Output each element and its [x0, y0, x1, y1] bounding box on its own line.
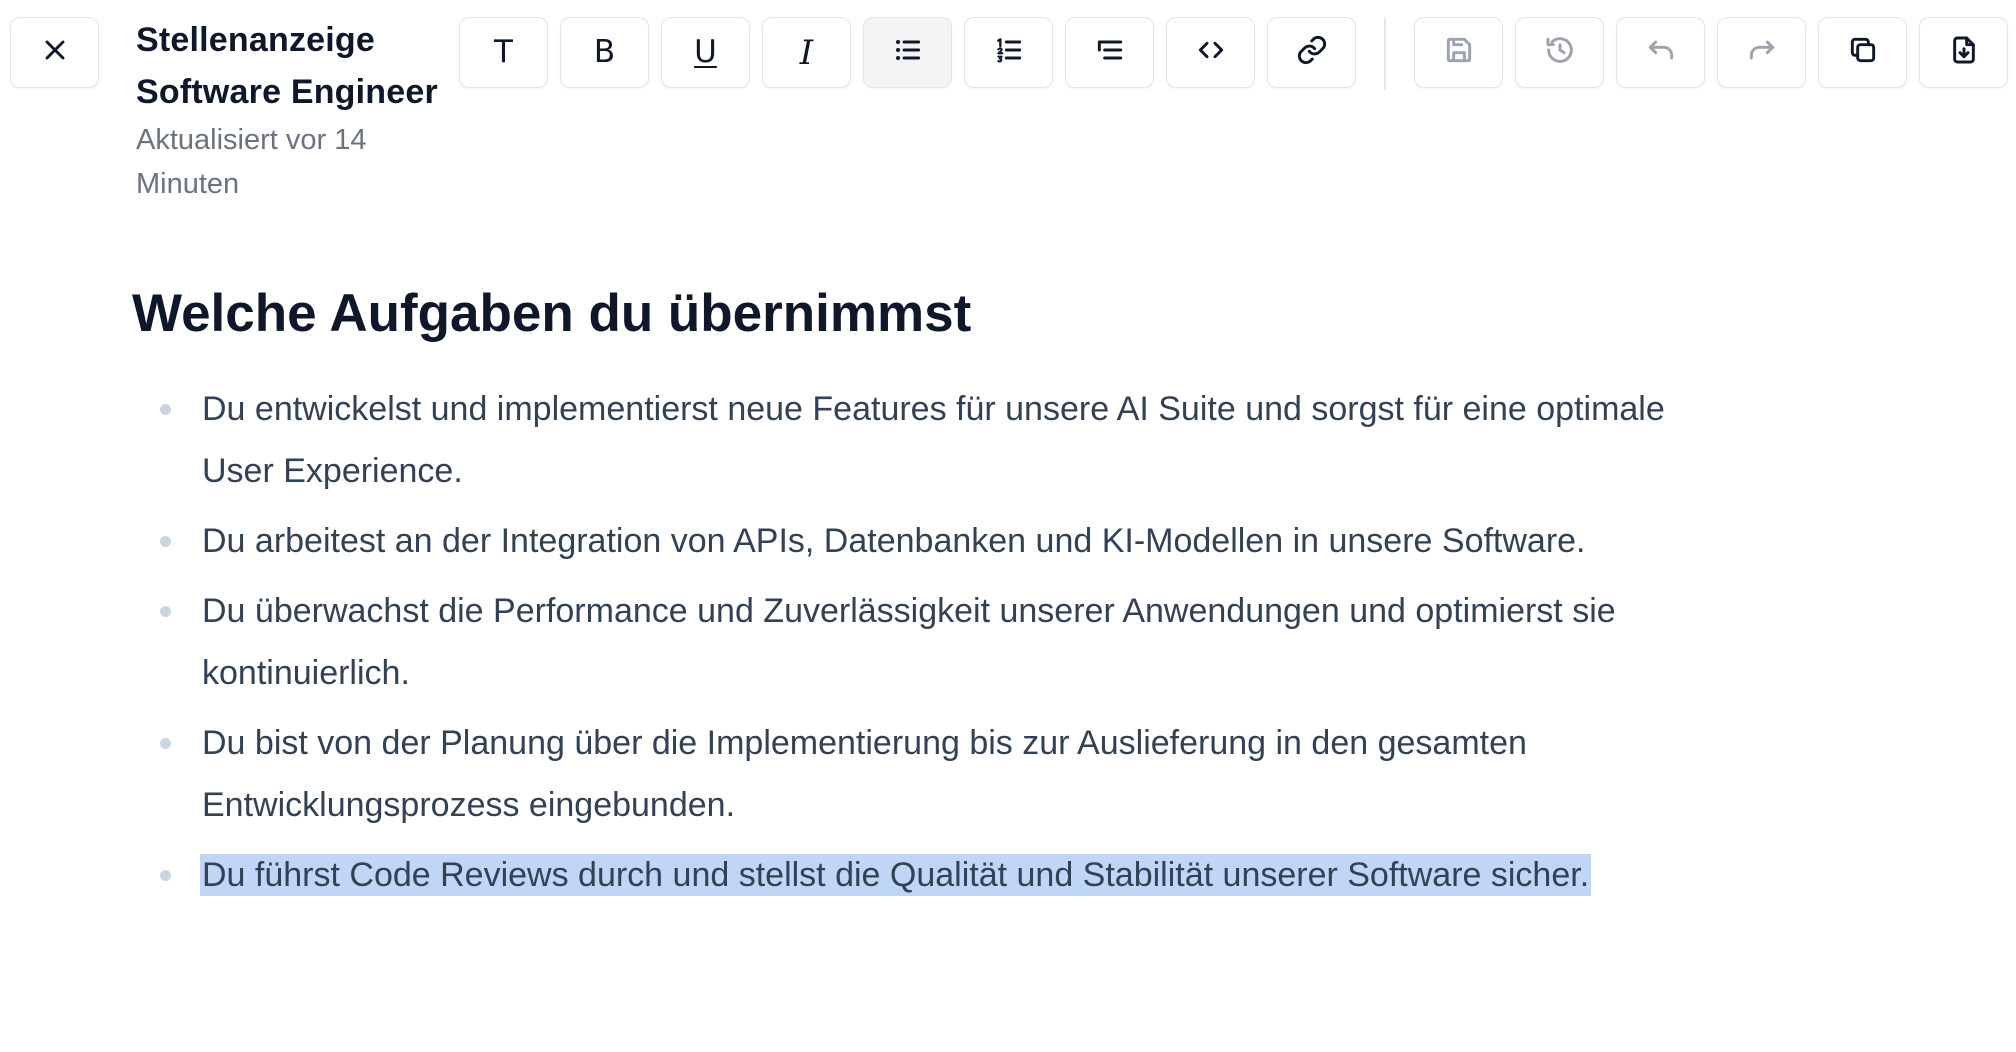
- list-item-text[interactable]: Du arbeitest an der Integration von APIs…: [202, 522, 1586, 560]
- save-icon: [1443, 34, 1475, 71]
- last-updated-text: Aktualisiert vor 14 Minuten: [136, 124, 367, 200]
- italic-button[interactable]: I: [762, 17, 851, 88]
- italic-icon: I: [799, 32, 814, 73]
- bullet-marker: [160, 606, 171, 617]
- indent-list-button[interactable]: [1065, 17, 1154, 88]
- bold-icon: B: [593, 34, 616, 70]
- task-list: Du entwickelst und implementierst neue F…: [0, 378, 2016, 914]
- bold-button[interactable]: B: [560, 17, 649, 88]
- list-item[interactable]: Du überwachst die Performance und Zuverl…: [0, 580, 1682, 704]
- undo-icon: [1645, 34, 1677, 71]
- toolbar-divider: [1384, 17, 1386, 90]
- numbered-list-icon: [993, 34, 1025, 71]
- download-button[interactable]: [1919, 17, 2008, 88]
- history-icon: [1544, 34, 1576, 71]
- list-item-text[interactable]: Du überwachst die Performance und Zuverl…: [202, 592, 1616, 692]
- list-item[interactable]: Du arbeitest an der Integration von APIs…: [0, 510, 1682, 572]
- download-icon: [1948, 34, 1980, 71]
- underline-button[interactable]: U: [661, 17, 750, 88]
- history-button[interactable]: [1515, 17, 1604, 88]
- document-title: Stellenanzeige Software Engineer: [136, 21, 438, 111]
- bullet-list-button[interactable]: [863, 17, 952, 88]
- redo-icon: [1746, 34, 1778, 71]
- bullet-marker: [160, 404, 171, 415]
- underline-icon: U: [694, 34, 717, 70]
- bullet-marker: [160, 738, 171, 749]
- copy-button[interactable]: [1818, 17, 1907, 88]
- save-button[interactable]: [1414, 17, 1503, 88]
- list-item[interactable]: Du bist von der Planung über die Impleme…: [0, 712, 1682, 836]
- close-icon: [39, 34, 71, 71]
- list-item-selected[interactable]: Du führst Code Reviews durch und stellst…: [0, 844, 1612, 906]
- numbered-list-button[interactable]: [964, 17, 1053, 88]
- link-icon: [1296, 34, 1328, 71]
- undo-button[interactable]: [1616, 17, 1705, 88]
- list-item[interactable]: Du entwickelst und implementierst neue F…: [0, 378, 1682, 502]
- code-button[interactable]: [1166, 17, 1255, 88]
- copy-icon: [1847, 34, 1879, 71]
- close-button[interactable]: [10, 17, 99, 88]
- code-icon: [1195, 34, 1227, 71]
- redo-button[interactable]: [1717, 17, 1806, 88]
- text-style-button[interactable]: T: [459, 17, 548, 88]
- text-icon: T: [494, 34, 513, 70]
- list-item-text[interactable]: Du bist von der Planung über die Impleme…: [202, 724, 1527, 824]
- bullet-marker: [160, 536, 171, 547]
- bullet-list-icon: [892, 34, 924, 71]
- link-button[interactable]: [1267, 17, 1356, 88]
- selected-text[interactable]: Du führst Code Reviews durch und stellst…: [202, 856, 1590, 894]
- section-heading[interactable]: Welche Aufgaben du übernimmst: [132, 276, 971, 352]
- list-item-text[interactable]: Du entwickelst und implementierst neue F…: [202, 390, 1665, 490]
- indent-list-icon: [1094, 34, 1126, 71]
- bullet-marker: [160, 870, 171, 881]
